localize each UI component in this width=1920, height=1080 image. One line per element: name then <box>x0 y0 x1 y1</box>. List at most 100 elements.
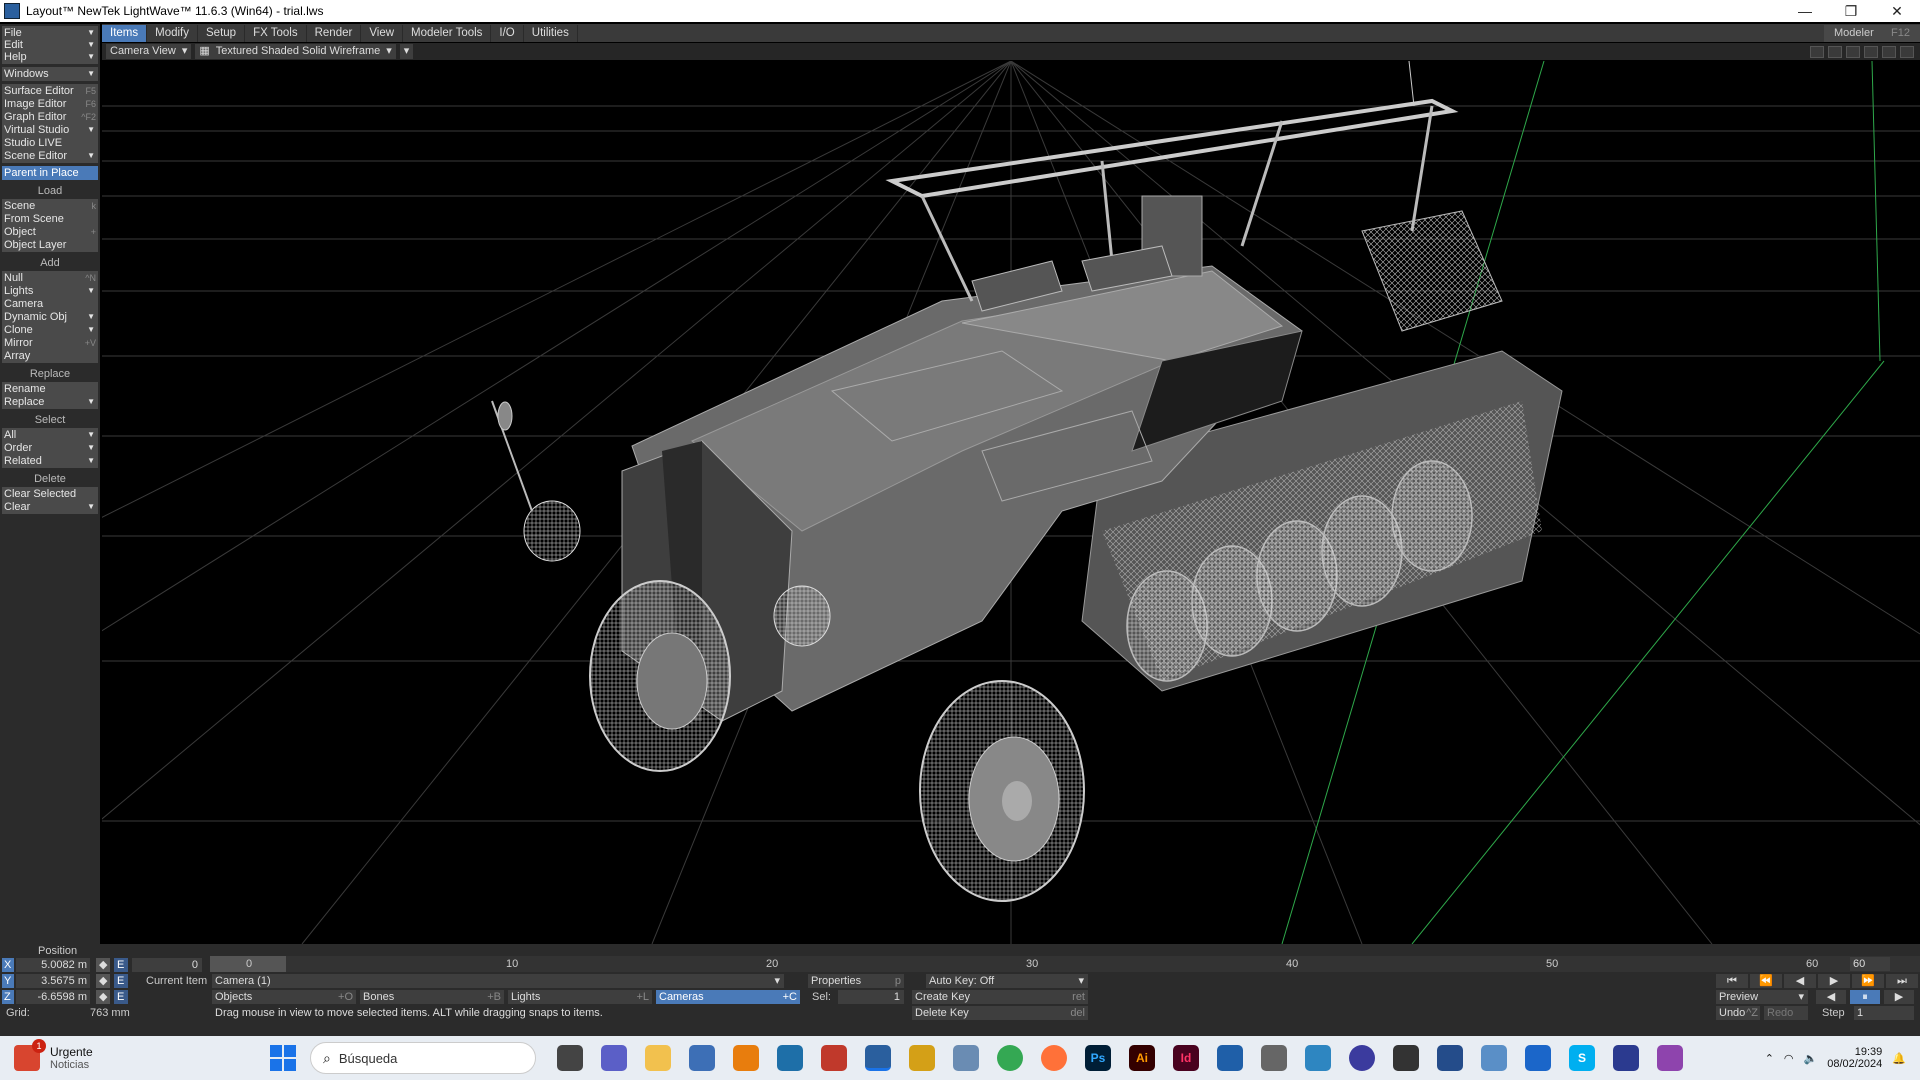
bones-filter-button[interactable]: Bones +B <box>360 990 504 1004</box>
camera-button[interactable]: Camera <box>2 297 98 311</box>
array-button[interactable]: Array <box>2 349 98 363</box>
app-icon[interactable] <box>821 1045 847 1071</box>
rotate-view-icon[interactable] <box>1864 45 1878 58</box>
null-button[interactable]: Null ^N <box>2 271 98 285</box>
next-frame-icon[interactable]: ▶ <box>1818 974 1850 988</box>
app-icon[interactable] <box>1657 1045 1683 1071</box>
modeler-button[interactable]: Modeler F12 <box>1824 24 1920 42</box>
end-frame-field[interactable]: 60 <box>1850 957 1890 971</box>
x-e-button[interactable]: E <box>114 958 128 972</box>
app-icon[interactable] <box>1525 1045 1551 1071</box>
studio-live-button[interactable]: Studio LIVE <box>2 136 98 150</box>
app-icon[interactable] <box>1393 1045 1419 1071</box>
image-viewer-icon[interactable] <box>953 1045 979 1071</box>
help-button[interactable]: Help ▼ <box>2 50 98 64</box>
clock[interactable]: 19:39 08/02/2024 <box>1827 1046 1882 1070</box>
x-envelope-button[interactable]: ◆ <box>96 958 110 972</box>
tab-io[interactable]: I/O <box>491 24 524 42</box>
lightwave-layout-icon[interactable] <box>865 1045 891 1071</box>
play-reverse-icon[interactable]: ◀ <box>1816 990 1846 1004</box>
clear-selected-button[interactable]: Clear Selected <box>2 487 98 501</box>
start-button[interactable] <box>270 1045 296 1071</box>
mirror-button[interactable]: Mirror +V <box>2 336 98 350</box>
app-icon[interactable] <box>909 1045 935 1071</box>
create-key-button[interactable]: Create Key ret <box>912 990 1088 1004</box>
move-view-icon[interactable] <box>1846 45 1860 58</box>
y-position-field[interactable]: 3.5675 m <box>16 974 90 988</box>
app-icon[interactable] <box>1217 1045 1243 1071</box>
y-envelope-button[interactable]: ◆ <box>96 974 110 988</box>
tab-modify[interactable]: Modify <box>147 24 198 42</box>
app-icon[interactable] <box>1481 1045 1507 1071</box>
next-key-icon[interactable]: ⏩ <box>1852 974 1884 988</box>
tab-fx-tools[interactable]: FX Tools <box>245 24 307 42</box>
scene-button[interactable]: Scene k <box>2 199 98 213</box>
first-frame-icon[interactable]: ⏮ <box>1716 974 1748 988</box>
delete-key-button[interactable]: Delete Key del <box>912 1006 1088 1020</box>
clone-button[interactable]: Clone ▼ <box>2 323 98 337</box>
y-e-button[interactable]: E <box>114 974 128 988</box>
cameras-filter-button[interactable]: Cameras +C <box>656 990 800 1004</box>
preview-dropdown[interactable]: Preview ▾ <box>1716 990 1808 1004</box>
rename-button[interactable]: Rename <box>2 382 98 396</box>
photoshop-icon[interactable]: Ps <box>1085 1045 1111 1071</box>
camera-viewport[interactable] <box>102 61 1920 944</box>
notification-icon[interactable]: 🔔 <box>1892 1052 1906 1065</box>
parent-in-place-button[interactable]: Parent in Place <box>2 166 98 180</box>
scene-editor-button[interactable]: Scene Editor ▼ <box>2 149 98 163</box>
image-editor-button[interactable]: Image Editor F6 <box>2 97 98 111</box>
tab-setup[interactable]: Setup <box>198 24 246 42</box>
z-envelope-button[interactable]: ◆ <box>96 990 110 1004</box>
object-layer-button[interactable]: Object Layer <box>2 238 98 252</box>
replace-button[interactable]: Replace ▼ <box>2 395 98 409</box>
skype-icon[interactable]: S <box>1569 1045 1595 1071</box>
dynamic-obj-button[interactable]: Dynamic Obj ▼ <box>2 310 98 324</box>
undo-button[interactable]: Undo ^Z <box>1716 1006 1760 1020</box>
play-icon[interactable]: ▶ <box>1884 990 1914 1004</box>
tab-utilities[interactable]: Utilities <box>524 24 578 42</box>
halftrack-vehicle-model[interactable] <box>491 61 1563 902</box>
close-button[interactable]: ✕ <box>1874 3 1920 20</box>
volume-icon[interactable]: 🔈 <box>1804 1052 1818 1065</box>
z-e-button[interactable]: E <box>114 990 128 1004</box>
virtual-studio-button[interactable]: Virtual Studio ▼ <box>2 123 98 137</box>
auto-key-dropdown[interactable]: Auto Key: Off ▾ <box>926 974 1088 988</box>
viewport-options-dropdown[interactable]: ▾ <box>399 44 414 59</box>
frame-field[interactable]: 0 <box>132 958 202 972</box>
prev-key-icon[interactable]: ⏪ <box>1750 974 1782 988</box>
view-type-dropdown[interactable]: Camera View ▾ <box>106 44 192 59</box>
x-position-field[interactable]: 5.0082 m <box>16 958 90 972</box>
fit-view-icon[interactable] <box>1900 45 1914 58</box>
viewport-options-icon[interactable] <box>1810 45 1824 58</box>
calculator-icon[interactable] <box>689 1045 715 1071</box>
last-frame-icon[interactable]: ⏭ <box>1886 974 1918 988</box>
teams-icon[interactable] <box>601 1045 627 1071</box>
prev-frame-icon[interactable]: ◀ <box>1784 974 1816 988</box>
timeline-ruler[interactable]: 0 10 20 30 40 50 60 60 <box>210 956 1920 972</box>
maximize-button[interactable]: ❐ <box>1828 3 1874 20</box>
object-button[interactable]: Object + <box>2 225 98 239</box>
z-position-field[interactable]: -6.6598 m <box>16 990 90 1004</box>
firefox-icon[interactable] <box>1041 1045 1067 1071</box>
surface-editor-button[interactable]: Surface Editor F5 <box>2 84 98 98</box>
viewport-maximize-icon[interactable] <box>1828 45 1842 58</box>
tab-modeler-tools[interactable]: Modeler Tools <box>403 24 492 42</box>
related-button[interactable]: Related ▼ <box>2 454 98 468</box>
objects-filter-button[interactable]: Objects +O <box>212 990 356 1004</box>
wifi-icon[interactable]: ◠ <box>1784 1052 1794 1065</box>
pause-icon[interactable]: ⏸ <box>1850 990 1880 1004</box>
chrome-icon[interactable] <box>997 1045 1023 1071</box>
step-field[interactable]: 1 <box>1854 1006 1914 1020</box>
windows-button[interactable]: Windows ▼ <box>2 67 98 81</box>
lights-filter-button[interactable]: Lights +L <box>508 990 652 1004</box>
current-item-dropdown[interactable]: Camera (1) ▾ <box>212 974 784 988</box>
graph-editor-button[interactable]: Graph Editor ^F2 <box>2 110 98 124</box>
tab-view[interactable]: View <box>361 24 404 42</box>
redo-button[interactable]: Redo <box>1764 1006 1808 1020</box>
app-icon[interactable] <box>1613 1045 1639 1071</box>
render-mode-dropdown[interactable]: ▦ Textured Shaded Solid Wireframe ▾ <box>195 44 396 59</box>
indesign-icon[interactable]: Id <box>1173 1045 1199 1071</box>
clear-button[interactable]: Clear ▼ <box>2 500 98 514</box>
properties-button[interactable]: Properties p <box>808 974 904 988</box>
minimize-button[interactable]: — <box>1782 3 1828 20</box>
